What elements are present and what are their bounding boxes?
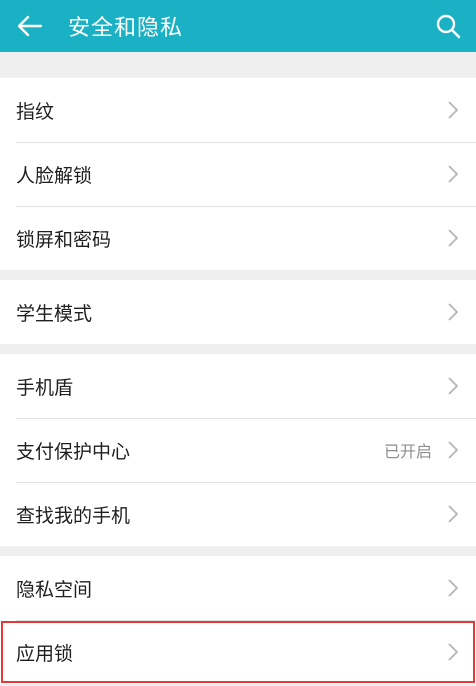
settings-item-label: 隐私空间 [16,578,93,601]
chevron-right-icon [446,503,460,525]
chevron-right-icon [446,99,460,121]
settings-item-label: 支付保护中心 [16,440,131,463]
settings-item-label: 指纹 [16,100,55,123]
section-divider [0,270,476,280]
back-button[interactable] [0,0,60,52]
settings-item-label: 人脸解锁 [16,164,93,187]
settings-item-label: 学生模式 [16,302,93,325]
chevron-right-icon [446,641,460,663]
settings-item-face-unlock[interactable]: 人脸解锁 [0,142,476,206]
chevron-right-icon [446,301,460,323]
settings-screen: 安全和隐私 指纹 人脸解锁 锁屏和密码 学生模式 手机盾 支付保护中心 已开启 … [0,0,476,686]
section-divider [0,546,476,556]
settings-item-student-mode[interactable]: 学生模式 [0,280,476,344]
search-icon [436,14,461,39]
settings-item-lock-screen-password[interactable]: 锁屏和密码 [0,206,476,270]
search-button[interactable] [420,0,476,52]
chevron-right-icon [446,375,460,397]
page-title: 安全和隐私 [68,16,184,41]
settings-item-label: 手机盾 [16,376,74,399]
settings-item-label: 锁屏和密码 [16,228,112,251]
chevron-right-icon [446,163,460,185]
settings-section-student: 学生模式 [0,280,476,344]
settings-item-label: 应用锁 [16,642,74,665]
settings-section-protection: 手机盾 支付保护中心 已开启 查找我的手机 [0,354,476,546]
settings-item-app-lock[interactable]: 应用锁 [0,620,476,684]
settings-item-payment-protection[interactable]: 支付保护中心 已开启 [0,418,476,482]
toolbar: 安全和隐私 [0,0,476,52]
settings-item-label: 查找我的手机 [16,504,131,527]
settings-item-private-space[interactable]: 隐私空间 [0,556,476,620]
settings-item-fingerprint[interactable]: 指纹 [0,78,476,142]
chevron-right-icon [446,227,460,249]
section-divider [0,344,476,354]
settings-section-security: 指纹 人脸解锁 锁屏和密码 [0,78,476,270]
chevron-right-icon [446,577,460,599]
top-spacer [0,52,476,78]
chevron-right-icon [446,439,460,461]
status-value: 已开启 [383,442,432,461]
settings-section-privacy: 隐私空间 应用锁 [0,556,476,684]
settings-item-find-my-phone[interactable]: 查找我的手机 [0,482,476,546]
arrow-left-icon [17,15,43,37]
settings-item-phone-shield[interactable]: 手机盾 [0,354,476,418]
